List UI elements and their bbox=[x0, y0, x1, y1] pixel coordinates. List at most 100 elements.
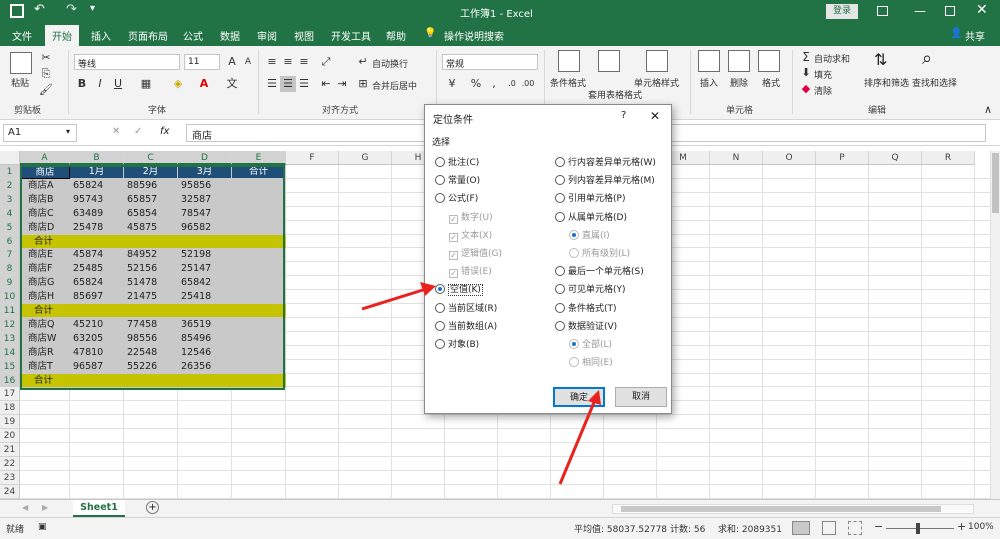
tab-developer[interactable]: 开发工具 bbox=[331, 28, 371, 43]
shrink-font-icon[interactable]: A bbox=[240, 54, 256, 70]
radio-button[interactable] bbox=[435, 302, 445, 313]
format-cells-button[interactable]: 格式 bbox=[762, 76, 780, 89]
radio-button[interactable] bbox=[569, 248, 579, 258]
dialog-option[interactable]: ✓ 错误(E) bbox=[449, 264, 492, 279]
dialog-option[interactable]: 列内容差异单元格(M) bbox=[555, 173, 655, 186]
zoom-out-icon[interactable]: − bbox=[874, 520, 883, 533]
align-bottom-icon[interactable]: ≡ bbox=[296, 54, 312, 70]
option-label[interactable]: 公式(F) bbox=[448, 194, 478, 204]
option-label[interactable]: 行内容差异单元格(W) bbox=[568, 158, 656, 168]
column-header[interactable]: G bbox=[339, 151, 392, 165]
option-label[interactable]: 批注(C) bbox=[448, 158, 479, 168]
wrap-text-button[interactable]: 自动换行 bbox=[372, 57, 408, 70]
tab-view[interactable]: 视图 bbox=[294, 28, 314, 43]
dialog-help-button[interactable]: ? bbox=[621, 110, 626, 121]
vertical-scrollbar[interactable] bbox=[990, 151, 1000, 499]
customize-qat-icon[interactable]: ▾ bbox=[90, 3, 95, 14]
radio-button[interactable] bbox=[555, 284, 565, 295]
horizontal-scrollbar[interactable] bbox=[612, 504, 974, 514]
sort-filter-button[interactable]: 排序和筛选 bbox=[864, 76, 909, 89]
phonetic-icon[interactable]: 文 bbox=[224, 76, 240, 92]
cell-style-button[interactable]: 单元格样式 bbox=[634, 76, 679, 89]
find-select-button[interactable]: 查找和选择 bbox=[912, 76, 957, 89]
option-label[interactable]: 错误(E) bbox=[461, 267, 492, 277]
row-header[interactable]: 4 bbox=[0, 206, 20, 221]
copy-icon[interactable]: ⎘ bbox=[38, 66, 54, 82]
cell-style-icon[interactable] bbox=[646, 50, 668, 72]
tab-insert[interactable]: 插入 bbox=[91, 28, 111, 43]
radio-button[interactable] bbox=[435, 284, 445, 295]
tab-help[interactable]: 帮助 bbox=[386, 28, 406, 43]
radio-button[interactable] bbox=[555, 302, 565, 313]
radio-button[interactable] bbox=[435, 193, 445, 204]
option-label[interactable]: 常量(O) bbox=[448, 176, 480, 186]
font-size-select[interactable]: 11 bbox=[184, 54, 220, 70]
border-icon[interactable]: ▦ bbox=[138, 76, 154, 92]
row-header[interactable]: 16 bbox=[0, 373, 20, 388]
minimize-icon[interactable]: — bbox=[914, 4, 926, 18]
radio-button[interactable] bbox=[555, 320, 565, 331]
row-header[interactable]: 23 bbox=[0, 470, 20, 485]
column-header[interactable]: F bbox=[286, 151, 339, 165]
increase-indent-icon[interactable]: ⇥ bbox=[334, 76, 350, 92]
zoom-slider[interactable] bbox=[886, 523, 954, 534]
sheet-tab-sheet1[interactable]: Sheet1 bbox=[73, 500, 125, 517]
column-header[interactable]: N bbox=[710, 151, 763, 165]
row-header[interactable]: 11 bbox=[0, 304, 20, 318]
number-format-select[interactable]: 常规 bbox=[442, 54, 538, 70]
column-header[interactable]: C bbox=[124, 151, 178, 165]
page-break-view-icon[interactable] bbox=[848, 521, 862, 535]
cut-icon[interactable]: ✂ bbox=[38, 50, 54, 66]
dialog-option[interactable]: 最后一个单元格(S) bbox=[555, 264, 644, 277]
radio-button[interactable] bbox=[555, 157, 565, 167]
radio-button[interactable] bbox=[555, 211, 565, 222]
align-center-icon[interactable]: ☰ bbox=[280, 76, 296, 92]
tab-data[interactable]: 数据 bbox=[220, 28, 240, 43]
option-label[interactable]: 文本(X) bbox=[461, 231, 492, 241]
font-color-icon[interactable]: A bbox=[196, 76, 212, 92]
conditional-format-button[interactable]: 条件格式 bbox=[550, 76, 586, 89]
decrease-indent-icon[interactable]: ⇤ bbox=[318, 76, 334, 92]
option-label[interactable]: 相同(E) bbox=[582, 358, 613, 368]
select-all-corner[interactable] bbox=[0, 151, 20, 165]
option-label[interactable]: 全部(L) bbox=[582, 340, 612, 350]
clear-button[interactable]: 清除 bbox=[814, 84, 832, 97]
fill-button[interactable]: 填充 bbox=[814, 68, 832, 81]
checkbox-icon[interactable]: ✓ bbox=[449, 214, 458, 224]
radio-button[interactable] bbox=[569, 229, 579, 240]
radio-button[interactable] bbox=[435, 339, 445, 349]
radio-button[interactable] bbox=[569, 339, 579, 349]
conditional-format-icon[interactable] bbox=[558, 50, 580, 72]
ok-button[interactable]: 确定 bbox=[553, 387, 605, 407]
row-header[interactable]: 20 bbox=[0, 429, 20, 444]
dialog-option[interactable]: 行内容差异单元格(W) bbox=[555, 155, 656, 168]
grow-font-icon[interactable]: A bbox=[224, 54, 240, 70]
dialog-option[interactable]: 数据验证(V) bbox=[555, 319, 617, 332]
row-header[interactable]: 7 bbox=[0, 248, 20, 263]
row-header[interactable]: 9 bbox=[0, 276, 20, 291]
tab-formulas[interactable]: 公式 bbox=[183, 28, 203, 43]
radio-button[interactable] bbox=[435, 157, 445, 167]
row-header[interactable]: 14 bbox=[0, 345, 20, 360]
align-middle-icon[interactable]: ≡ bbox=[280, 54, 296, 70]
option-label[interactable]: 当前数组(A) bbox=[448, 322, 497, 332]
radio-button[interactable] bbox=[435, 320, 445, 331]
column-header[interactable]: P bbox=[816, 151, 869, 165]
dialog-option[interactable]: 对象(B) bbox=[435, 337, 479, 350]
autosum-icon[interactable]: Σ bbox=[798, 49, 814, 65]
delete-cells-button[interactable]: 删除 bbox=[730, 76, 748, 89]
row-header[interactable]: 17 bbox=[0, 387, 20, 402]
comma-style-icon[interactable]: , bbox=[486, 76, 502, 92]
paste-icon[interactable] bbox=[10, 52, 32, 74]
checkbox-icon[interactable]: ✓ bbox=[449, 232, 458, 242]
delete-cells-icon[interactable] bbox=[728, 50, 750, 72]
option-label[interactable]: 当前区域(R) bbox=[448, 304, 497, 314]
column-header[interactable]: Q bbox=[869, 151, 922, 165]
insert-function-icon[interactable]: fx bbox=[160, 126, 169, 137]
dialog-option[interactable]: 条件格式(T) bbox=[555, 301, 617, 314]
row-header[interactable]: 19 bbox=[0, 415, 20, 430]
radio-button[interactable] bbox=[555, 266, 565, 277]
sheet-next-icon[interactable]: ▶ bbox=[42, 503, 48, 512]
tab-file[interactable]: 文件 bbox=[12, 28, 32, 43]
underline-icon[interactable]: U bbox=[110, 76, 126, 92]
